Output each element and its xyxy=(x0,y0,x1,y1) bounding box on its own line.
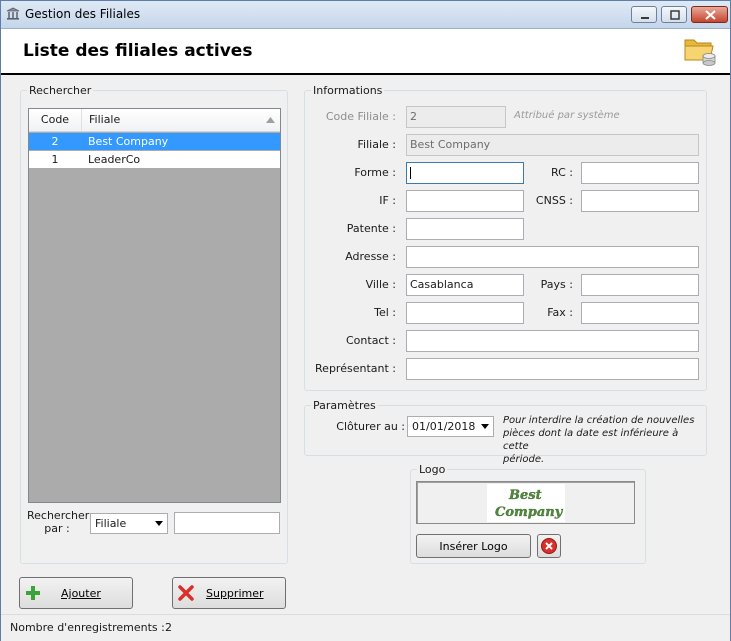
cell-code: 2 xyxy=(51,135,59,148)
adresse-label: Adresse : xyxy=(345,250,396,263)
fax-field[interactable] xyxy=(581,302,699,324)
cloturer-label: Clôturer au : xyxy=(336,420,405,433)
insert-logo-button[interactable]: Insérer Logo xyxy=(416,534,531,558)
search-by-label: Rechercher par : xyxy=(27,509,90,535)
patente-field[interactable] xyxy=(406,218,524,240)
pays-field[interactable] xyxy=(581,274,699,296)
filiale-label: Filiale : xyxy=(357,138,396,151)
rc-label: RC : xyxy=(551,166,573,179)
pays-label: Pays : xyxy=(540,278,573,291)
company-logo-image: Best Company xyxy=(495,488,564,520)
forme-label: Forme : xyxy=(354,166,396,179)
chevron-down-icon xyxy=(155,521,163,526)
contact-field[interactable] xyxy=(406,330,699,352)
cloturer-date-value: 01/01/2018 xyxy=(412,420,476,433)
logo-group-label: Logo xyxy=(417,463,448,476)
code-filiale-label: Code Filiale : xyxy=(325,110,396,123)
tel-label: Tel : xyxy=(374,306,396,319)
insert-logo-label: Insérer Logo xyxy=(439,540,508,553)
filiale-field[interactable]: Best Company xyxy=(406,134,699,156)
cloturer-date-picker[interactable]: 01/01/2018 xyxy=(407,416,494,437)
column-header-code[interactable]: Code xyxy=(29,109,82,131)
remove-logo-button[interactable] xyxy=(537,534,561,558)
chevron-down-icon xyxy=(481,424,489,429)
code-filiale-field: 2 xyxy=(406,106,506,128)
ville-field[interactable]: Casablanca xyxy=(406,274,524,296)
cloturer-note: Pour interdire la création de nouvelles … xyxy=(503,414,703,466)
company-logo-text-line1: Best xyxy=(508,488,542,503)
cloturer-note-line3: période. xyxy=(503,454,545,465)
search-by-value: Filiale xyxy=(95,517,127,530)
search-input[interactable] xyxy=(174,512,280,534)
if-label: IF : xyxy=(379,194,396,207)
ville-label: Ville : xyxy=(365,278,396,291)
delete-circle-icon xyxy=(541,538,557,554)
cell-code: 1 xyxy=(51,153,59,166)
patente-label: Patente : xyxy=(346,222,396,235)
folder-database-icon xyxy=(684,39,716,66)
status-bar: Nombre d'enregistrements : 2 xyxy=(1,614,730,641)
cloturer-note-line2: pièces dont la date est inférieure à cet… xyxy=(503,428,679,452)
record-count-label: Nombre d'enregistrements : xyxy=(10,621,165,634)
delete-button-label: Supprimer xyxy=(206,587,264,600)
cell-filiale: LeaderCo xyxy=(88,153,141,166)
search-group-label: Rechercher xyxy=(27,84,94,97)
text-cursor xyxy=(410,167,411,179)
table-row[interactable]: 2 Best Company xyxy=(29,133,280,150)
delete-button[interactable]: Supprimer xyxy=(172,577,286,609)
main-window: Gestion des Filiales Liste des filiales … xyxy=(0,0,731,641)
company-logo: Best Company xyxy=(487,484,565,522)
table-row[interactable]: 1 LeaderCo xyxy=(29,151,280,168)
title-bar[interactable]: Gestion des Filiales xyxy=(1,1,730,29)
search-by-label-line1: Rechercher xyxy=(27,509,90,522)
cell-filiale: Best Company xyxy=(88,135,169,148)
minimize-icon xyxy=(641,17,649,19)
column-header-filiale[interactable]: Filiale xyxy=(89,109,120,131)
company-logo-text-line2: Company xyxy=(495,505,564,520)
cnss-field[interactable] xyxy=(581,190,699,212)
fax-label: Fax : xyxy=(547,306,573,319)
page-title: Liste des filiales actives xyxy=(23,41,253,61)
search-by-label-line2: par : xyxy=(44,522,70,535)
add-button-label: Ajouter xyxy=(61,587,101,600)
sort-ascending-icon xyxy=(266,117,275,123)
close-icon xyxy=(705,10,716,20)
if-field[interactable] xyxy=(406,190,524,212)
maximize-button[interactable] xyxy=(661,6,687,23)
cnss-label: CNSS : xyxy=(535,194,573,207)
x-icon xyxy=(178,585,194,601)
tel-field[interactable] xyxy=(406,302,524,324)
params-group-label: Paramètres xyxy=(311,399,378,412)
representant-field[interactable] xyxy=(406,358,699,380)
plus-icon xyxy=(26,586,40,600)
maximize-icon xyxy=(670,10,680,20)
representant-label: Représentant : xyxy=(315,362,396,375)
page-header: Liste des filiales actives xyxy=(1,29,730,75)
add-button[interactable]: Ajouter xyxy=(19,577,133,609)
grid-header: Code Filiale xyxy=(29,109,280,132)
close-button[interactable] xyxy=(691,6,728,23)
branches-grid[interactable]: Code Filiale 2 Best Company 1 LeaderCo xyxy=(28,108,281,503)
building-icon xyxy=(6,7,20,20)
info-group-label: Informations xyxy=(311,84,385,97)
record-count: 2 xyxy=(165,621,172,634)
forme-field[interactable] xyxy=(406,162,524,184)
adresse-field[interactable] xyxy=(406,246,699,268)
window-title: Gestion des Filiales xyxy=(25,7,141,21)
cloturer-note-line1: Pour interdire la création de nouvelles xyxy=(503,415,695,426)
rc-field[interactable] xyxy=(581,162,699,184)
search-by-select[interactable]: Filiale xyxy=(90,513,168,534)
contact-label: Contact : xyxy=(346,334,396,347)
minimize-button[interactable] xyxy=(631,6,657,23)
code-filiale-hint: Attribué par système xyxy=(514,110,620,121)
